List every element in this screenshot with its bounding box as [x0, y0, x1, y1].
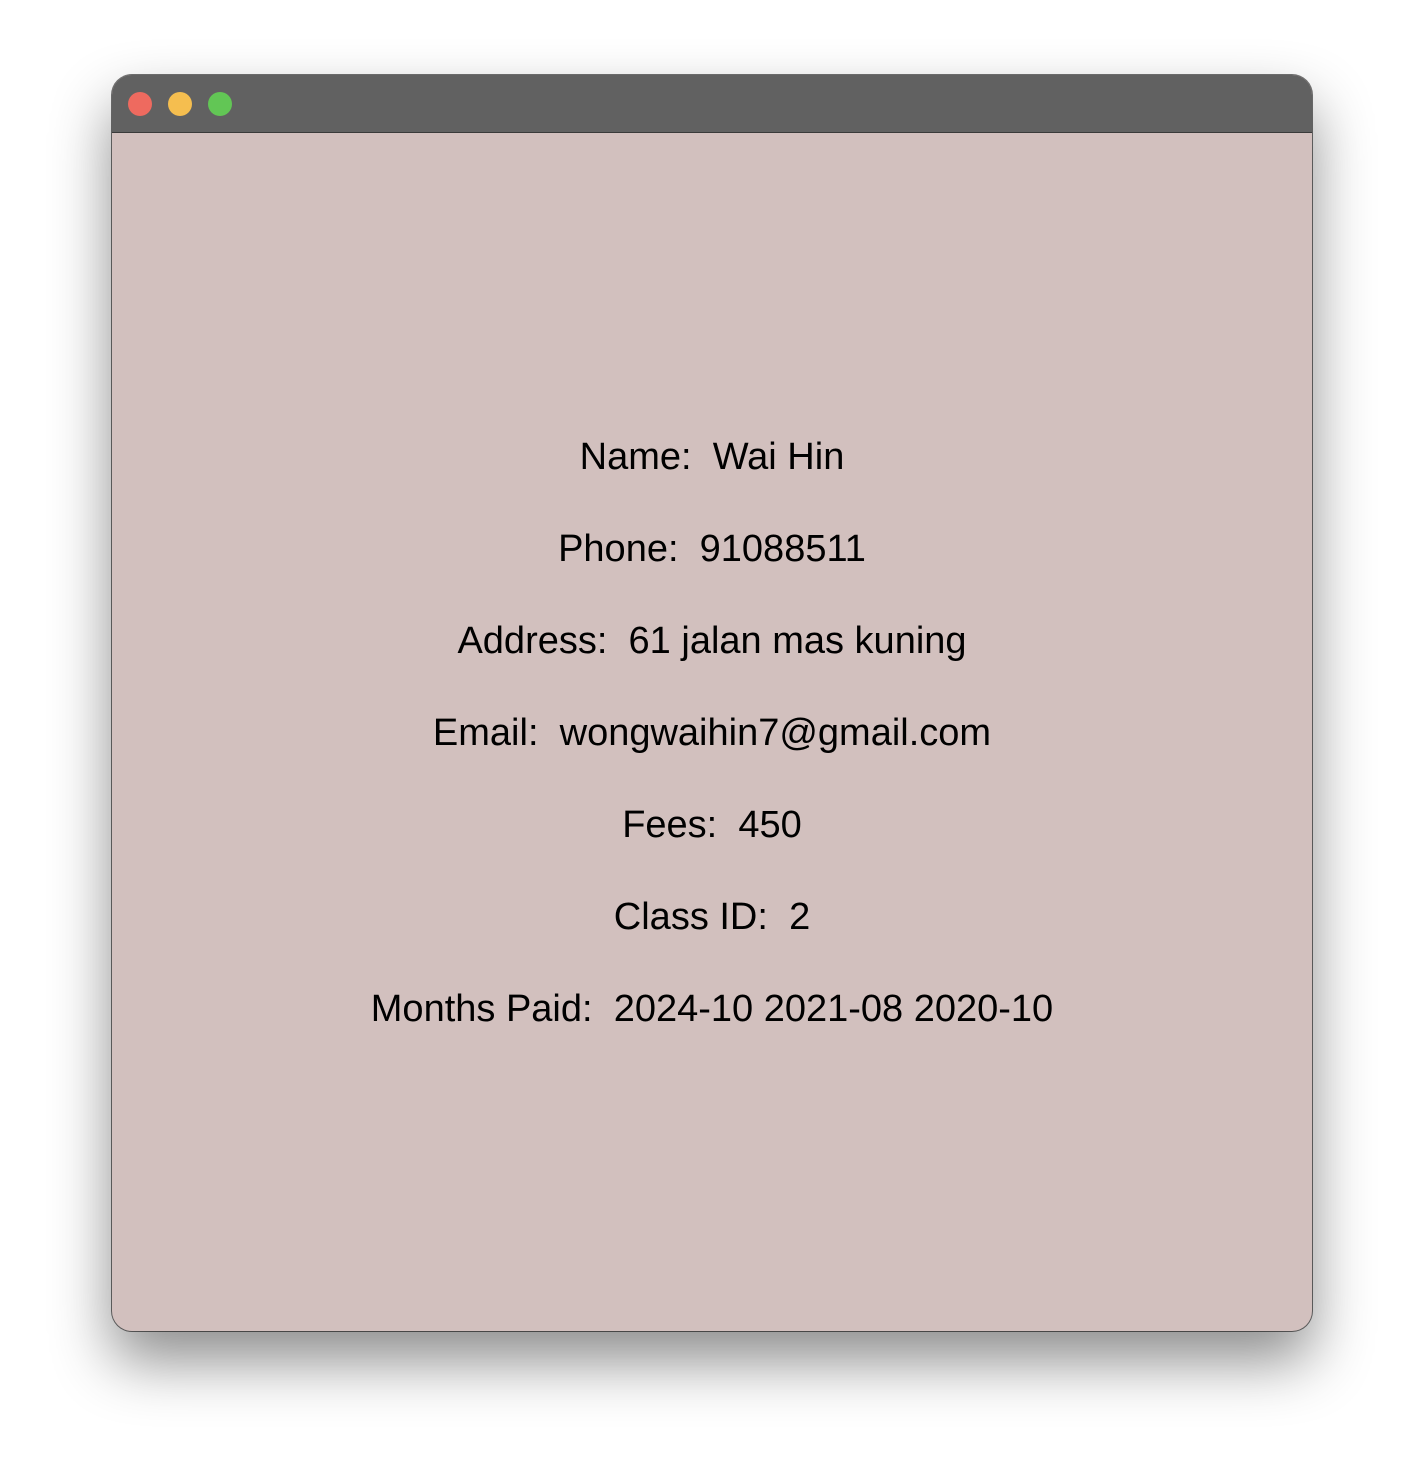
address-label: Address: — [457, 620, 608, 662]
class-id-value: 2 — [789, 896, 811, 938]
name-label: Name: — [579, 436, 692, 478]
fees-value: 450 — [738, 804, 802, 846]
student-details-panel: Name: Wai Hin Phone: 91088511 Address: 6… — [112, 133, 1312, 1331]
app-window: Name: Wai Hin Phone: 91088511 Address: 6… — [112, 75, 1312, 1331]
student-info-list: Name: Wai Hin Phone: 91088511 Address: 6… — [112, 433, 1312, 1077]
email-label: Email: — [432, 712, 539, 754]
phone-row: Phone: 91088511 — [112, 525, 1312, 617]
months-paid-label: Months Paid: — [370, 988, 593, 1030]
minimize-window-button[interactable] — [168, 92, 192, 116]
months-paid-row: Months Paid: 2024-10 2021-08 2020-10 — [112, 985, 1312, 1077]
class-id-label: Class ID: — [613, 896, 768, 938]
phone-label: Phone: — [558, 528, 679, 570]
class-id-row: Class ID: 2 — [112, 893, 1312, 985]
name-value: Wai Hin — [712, 436, 845, 478]
title-bar[interactable] — [112, 75, 1312, 133]
email-value: wongwaihin7@gmail.com — [559, 712, 992, 754]
months-paid-value: 2024-10 2021-08 2020-10 — [613, 988, 1054, 1030]
name-row: Name: Wai Hin — [112, 433, 1312, 525]
fees-row: Fees: 450 — [112, 801, 1312, 893]
close-window-button[interactable] — [128, 92, 152, 116]
email-row: Email: wongwaihin7@gmail.com — [112, 709, 1312, 801]
phone-value: 91088511 — [699, 528, 866, 570]
address-value: 61 jalan mas kuning — [628, 620, 967, 662]
fees-label: Fees: — [622, 804, 718, 846]
maximize-window-button[interactable] — [208, 92, 232, 116]
address-row: Address: 61 jalan mas kuning — [112, 617, 1312, 709]
